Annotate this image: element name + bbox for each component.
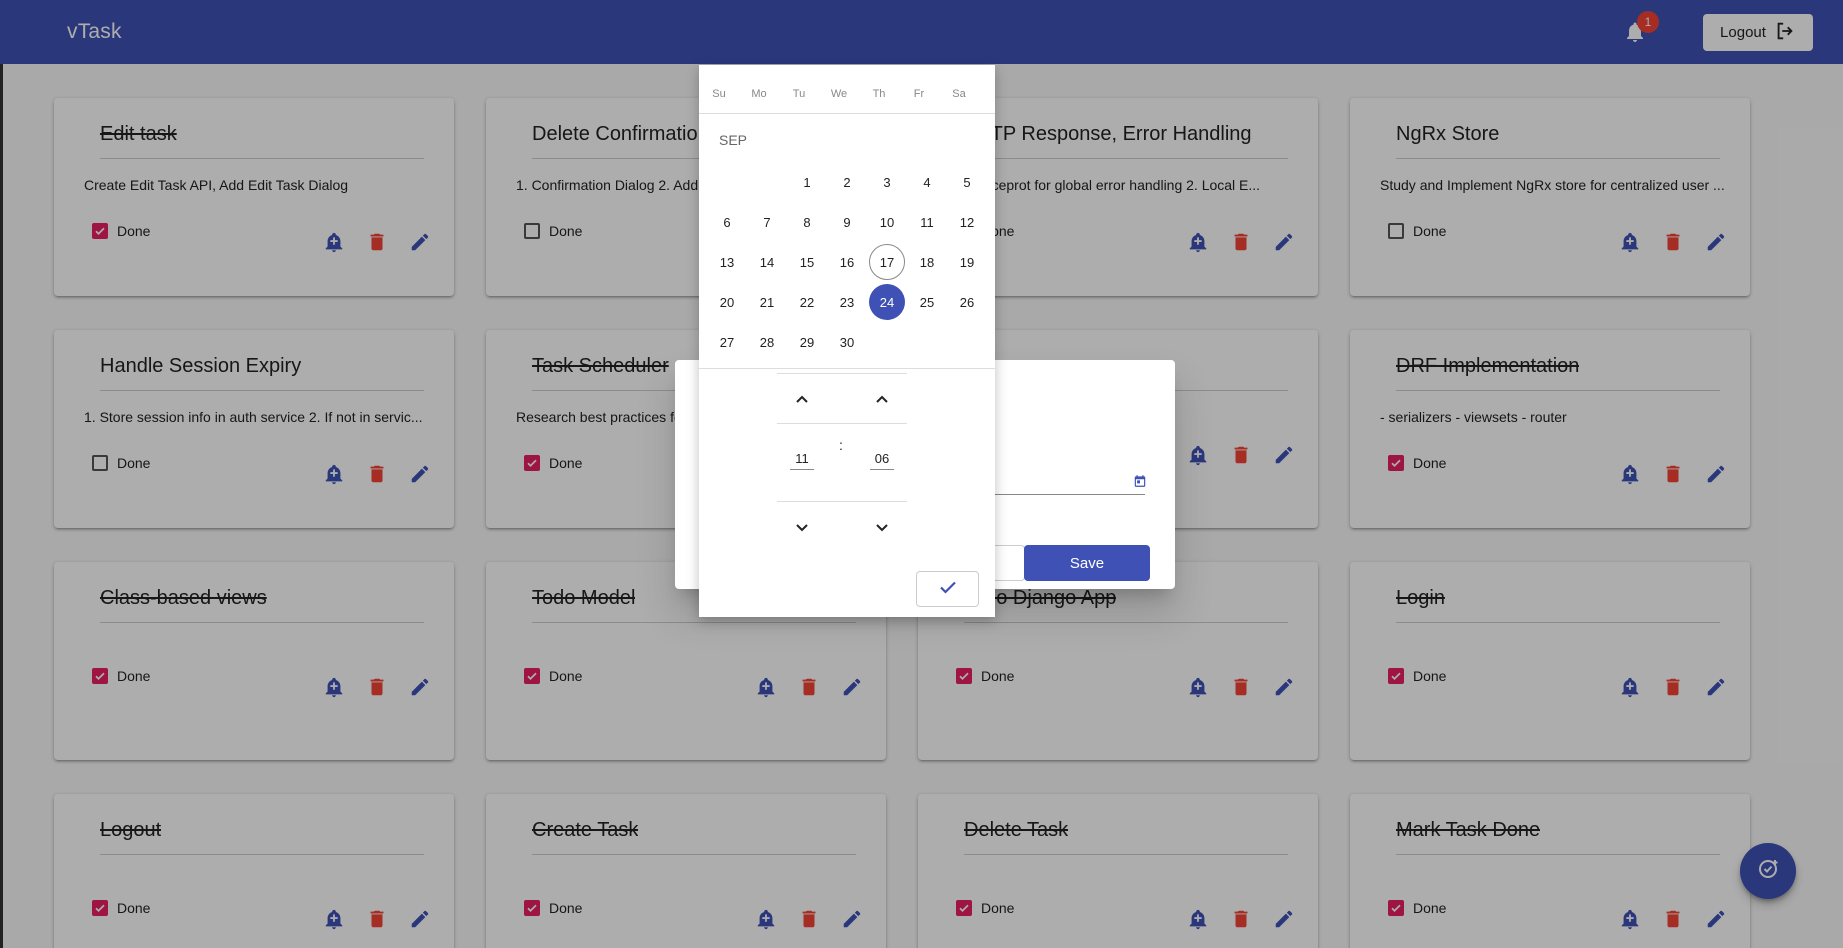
weekday-label: Mo xyxy=(751,88,767,100)
calendar-day[interactable]: 2 xyxy=(829,164,865,200)
minute-input[interactable]: 06 xyxy=(870,451,894,470)
calendar-day[interactable]: 7 xyxy=(749,204,785,240)
calendar-icon[interactable] xyxy=(1133,474,1147,488)
calendar-day[interactable]: 28 xyxy=(749,324,785,360)
cancel-button[interactable] xyxy=(995,545,1025,581)
calendar-day[interactable]: 4 xyxy=(909,164,945,200)
hour-down-chevron-icon[interactable] xyxy=(790,515,814,539)
calendar-day[interactable]: 20 xyxy=(709,284,745,320)
divider xyxy=(777,501,907,502)
calendar-day[interactable]: 30 xyxy=(829,324,865,360)
calendar-day[interactable]: 6 xyxy=(709,204,745,240)
calendar-day[interactable]: 9 xyxy=(829,204,865,240)
calendar-day[interactable]: 11 xyxy=(909,204,945,240)
calendar-day[interactable]: 29 xyxy=(789,324,825,360)
calendar-day[interactable]: 10 xyxy=(869,204,905,240)
calendar-day[interactable]: 26 xyxy=(949,284,985,320)
calendar-day[interactable]: 5 xyxy=(949,164,985,200)
calendar-day[interactable]: 23 xyxy=(829,284,865,320)
weekday-label: Fr xyxy=(913,88,925,100)
month-label: SEP xyxy=(719,132,748,148)
calendar-day[interactable]: 1 xyxy=(789,164,825,200)
calendar-day[interactable]: 17 xyxy=(869,244,905,280)
calendar-day[interactable]: 18 xyxy=(909,244,945,280)
calendar-day[interactable]: 25 xyxy=(909,284,945,320)
weekday-label: Sa xyxy=(952,88,966,100)
due-date-field[interactable] xyxy=(995,494,1145,495)
check-icon xyxy=(936,575,960,604)
divider xyxy=(699,113,995,114)
calendar-day[interactable]: 3 xyxy=(869,164,905,200)
calendar-day[interactable]: 12 xyxy=(949,204,985,240)
calendar-day[interactable]: 22 xyxy=(789,284,825,320)
calendar-day[interactable]: 21 xyxy=(749,284,785,320)
divider xyxy=(777,373,907,374)
weekday-label: Th xyxy=(872,88,886,100)
hour-input[interactable]: 11 xyxy=(790,451,814,470)
divider xyxy=(777,423,907,424)
calendar-day[interactable]: 13 xyxy=(709,244,745,280)
calendar-day[interactable]: 27 xyxy=(709,324,745,360)
calendar-day[interactable]: 16 xyxy=(829,244,865,280)
divider xyxy=(699,368,995,369)
minute-up-chevron-icon[interactable] xyxy=(870,388,894,412)
weekday-label: Su xyxy=(712,88,726,100)
calendar-day[interactable]: 19 xyxy=(949,244,985,280)
save-button[interactable]: Save xyxy=(1024,545,1150,581)
calendar-day[interactable]: 14 xyxy=(749,244,785,280)
weekday-label: Tu xyxy=(792,88,806,100)
weekday-label: We xyxy=(830,88,848,100)
hour-up-chevron-icon[interactable] xyxy=(790,388,814,412)
calendar-day[interactable]: 15 xyxy=(789,244,825,280)
confirm-button[interactable] xyxy=(916,571,979,607)
calendar-day[interactable]: 8 xyxy=(789,204,825,240)
weekday-header: Su Mo Tu We Th Fr Sa xyxy=(699,88,995,100)
datetime-picker: Su Mo Tu We Th Fr Sa SEP 1 2 3 4 5 6 7 8 9 10 11 12 13 14 15… xyxy=(699,65,995,617)
calendar-day[interactable]: 24 xyxy=(869,284,905,320)
minute-down-chevron-icon[interactable] xyxy=(870,515,894,539)
time-separator: : xyxy=(839,437,843,453)
